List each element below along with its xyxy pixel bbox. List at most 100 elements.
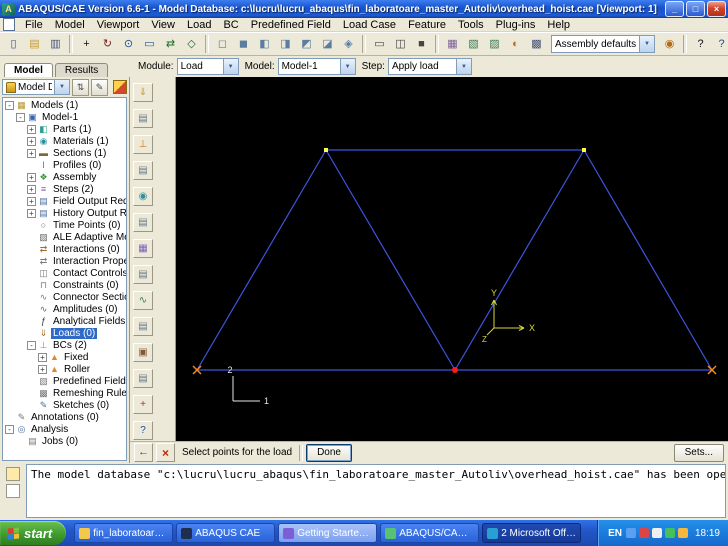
display-group-create-button[interactable]: ▧ bbox=[463, 34, 484, 55]
tab-results[interactable]: Results bbox=[55, 63, 108, 77]
tree-item-models-1[interactable]: -▦Models (1) bbox=[3, 99, 126, 111]
create-load-button[interactable]: ⇓ bbox=[133, 83, 153, 102]
create-load-case-button[interactable]: ▦ bbox=[133, 239, 153, 258]
pan-view-button[interactable]: + bbox=[76, 34, 97, 55]
auto-fit-view-button[interactable]: ◇ bbox=[181, 34, 202, 55]
cancel-procedure-button[interactable]: × bbox=[156, 443, 175, 462]
hidden-line-render-button[interactable]: ◫ bbox=[390, 34, 411, 55]
color-code-mode-combo[interactable]: Assembly defaults▼ bbox=[551, 35, 655, 53]
create-bc-button[interactable]: ⊥ bbox=[133, 135, 153, 154]
chevron-down-icon[interactable]: ▼ bbox=[223, 59, 238, 74]
start-button[interactable]: start bbox=[0, 521, 66, 545]
tab-model[interactable]: Model bbox=[4, 63, 53, 77]
apply-color-code-button[interactable]: ◉ bbox=[659, 34, 680, 55]
chevron-down-icon[interactable]: ▼ bbox=[340, 59, 355, 74]
taskbar-button-getting-started-w[interactable]: Getting Started w... bbox=[278, 523, 377, 543]
tree-item-amplitudes-0[interactable]: ∿Amplitudes (0) bbox=[3, 303, 126, 315]
child-window-icon[interactable] bbox=[3, 18, 15, 31]
tree-item-field-output-requ[interactable]: +▤Field Output Requ bbox=[3, 195, 126, 207]
chevron-down-icon[interactable]: ▼ bbox=[54, 80, 69, 94]
tree-item-sections-1[interactable]: +▬Sections (1) bbox=[3, 147, 126, 159]
selected-point-marker[interactable] bbox=[452, 367, 458, 373]
cli-tab-icon[interactable] bbox=[6, 484, 20, 498]
minus-expander-icon[interactable]: - bbox=[27, 341, 36, 350]
create-amplitude-button[interactable]: ∿ bbox=[133, 291, 153, 310]
plus-expander-icon[interactable]: + bbox=[27, 149, 36, 158]
bc-manager-button[interactable]: ▤ bbox=[133, 161, 153, 180]
right-view-button[interactable]: ◪ bbox=[317, 34, 338, 55]
tree-item-jobs-0[interactable]: ▤Jobs (0) bbox=[3, 435, 126, 447]
menu-item-view[interactable]: View bbox=[145, 18, 181, 32]
plus-expander-icon[interactable]: + bbox=[27, 137, 36, 146]
tree-item-remeshing-rules[interactable]: ▩Remeshing Rules ( bbox=[3, 387, 126, 399]
view-cut-button[interactable]: ▦ bbox=[442, 34, 463, 55]
tree-item-analytical-fields-0[interactable]: ƒAnalytical Fields (0) bbox=[3, 315, 126, 327]
maximize-button[interactable]: □ bbox=[686, 1, 705, 17]
rotate-view-button[interactable]: ↻ bbox=[97, 34, 118, 55]
message-log[interactable]: The model database "c:\lucru\lucru_abaqu… bbox=[26, 464, 726, 518]
plus-expander-icon[interactable]: + bbox=[27, 185, 36, 194]
taskbar-button-abaqus-cae[interactable]: ABAQUS CAE bbox=[176, 523, 275, 543]
tree-item-constraints-0[interactable]: ⊓Constraints (0) bbox=[3, 279, 126, 291]
visible-objects-button[interactable]: ▩ bbox=[526, 34, 547, 55]
create-datum-button[interactable]: + bbox=[133, 395, 153, 414]
shaded-render-button[interactable]: ■ bbox=[411, 34, 432, 55]
menu-item-bc[interactable]: BC bbox=[217, 18, 244, 32]
tree-item-contact-controls[interactable]: ◫Contact Controls ( bbox=[3, 267, 126, 279]
tree-item-sketches-0[interactable]: ✎Sketches (0) bbox=[3, 399, 126, 411]
tray-network-icon[interactable] bbox=[665, 528, 675, 538]
query-information-button[interactable]: ? bbox=[133, 421, 153, 440]
tree-item-materials-1[interactable]: +◉Materials (1) bbox=[3, 135, 126, 147]
plus-expander-icon[interactable]: + bbox=[38, 353, 47, 362]
minimize-button[interactable]: _ bbox=[665, 1, 684, 17]
module-combo[interactable]: Load ▼ bbox=[177, 58, 239, 75]
viewport-1[interactable]: XYZ21 bbox=[176, 77, 728, 441]
tree-item-loads-0[interactable]: ⇓Loads (0) bbox=[3, 327, 126, 339]
create-predefined-field-button[interactable]: ◉ bbox=[133, 187, 153, 206]
minus-expander-icon[interactable]: - bbox=[5, 425, 14, 434]
tree-item-interactions-0[interactable]: ⇄Interactions (0) bbox=[3, 243, 126, 255]
plus-expander-icon[interactable]: + bbox=[27, 197, 36, 206]
left-view-button[interactable]: ◩ bbox=[296, 34, 317, 55]
wireframe-render-button[interactable]: ▭ bbox=[369, 34, 390, 55]
menu-item-feature[interactable]: Feature bbox=[402, 18, 452, 32]
help-button[interactable]: ? bbox=[690, 34, 711, 55]
cycle-views-button[interactable]: ⇄ bbox=[160, 34, 181, 55]
previous-prompt-button[interactable]: ← bbox=[134, 443, 153, 462]
tree-item-annotations-0[interactable]: ✎Annotations (0) bbox=[3, 411, 126, 423]
create-set-button[interactable]: ▣ bbox=[133, 343, 153, 362]
menu-item-load[interactable]: Load bbox=[181, 18, 217, 32]
chevron-down-icon[interactable]: ▼ bbox=[639, 36, 654, 52]
front-view-button[interactable]: ◻ bbox=[212, 34, 233, 55]
vertex-marker[interactable] bbox=[324, 148, 328, 152]
new-model-database-button[interactable]: ▯ bbox=[3, 34, 24, 55]
tree-item-steps-2[interactable]: +≡Steps (2) bbox=[3, 183, 126, 195]
viewport-canvas[interactable]: XYZ21 bbox=[176, 77, 728, 441]
tree-item-connector-section[interactable]: ∿Connector Section bbox=[3, 291, 126, 303]
tree-item-interaction-proper[interactable]: ⇄Interaction Proper bbox=[3, 255, 126, 267]
vertex-marker[interactable] bbox=[582, 148, 586, 152]
minus-expander-icon[interactable]: - bbox=[16, 113, 25, 122]
predefined-field-manager-button[interactable]: ▤ bbox=[133, 213, 153, 232]
menu-item-help[interactable]: Help bbox=[541, 18, 576, 32]
menu-item-tools[interactable]: Tools bbox=[452, 18, 490, 32]
close-button[interactable]: × bbox=[707, 1, 726, 17]
tray-update-icon[interactable] bbox=[678, 528, 688, 538]
tray-security-icon[interactable] bbox=[639, 528, 649, 538]
tray-display-icon[interactable] bbox=[626, 528, 636, 538]
tree-item-assembly[interactable]: +❖Assembly bbox=[3, 171, 126, 183]
back-view-button[interactable]: ◼ bbox=[233, 34, 254, 55]
model-combo[interactable]: Model-1 ▼ bbox=[278, 58, 356, 75]
plus-expander-icon[interactable]: + bbox=[38, 365, 47, 374]
print-button[interactable]: ▥ bbox=[45, 34, 66, 55]
tree-item-fixed[interactable]: +▲Fixed bbox=[3, 351, 126, 363]
tree-database-combo[interactable]: Model Database ▼ bbox=[2, 79, 70, 95]
sets-button[interactable]: Sets... bbox=[674, 444, 724, 462]
amplitude-manager-button[interactable]: ▤ bbox=[133, 317, 153, 336]
load-case-manager-button[interactable]: ▤ bbox=[133, 265, 153, 284]
context-help-button[interactable]: ? bbox=[711, 34, 728, 55]
tree-item-bcs-2[interactable]: -⊥BCs (2) bbox=[3, 339, 126, 351]
bottom-view-button[interactable]: ◨ bbox=[275, 34, 296, 55]
minus-expander-icon[interactable]: - bbox=[5, 101, 14, 110]
tree-item-history-output-re[interactable]: +▤History Output Re bbox=[3, 207, 126, 219]
